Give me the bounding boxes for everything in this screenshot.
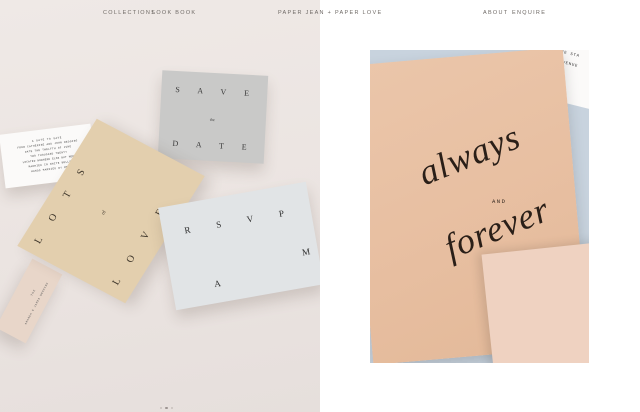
rsvp-text: R S V P: [183, 206, 297, 236]
nav-collections-link[interactable]: COLLECTIONS: [103, 10, 156, 16]
brand-logo[interactable]: PAPER JEAN + PAPER LOVE: [278, 10, 382, 16]
nav-about-link[interactable]: ABOUT: [483, 10, 508, 16]
date-text: D A T E: [172, 138, 255, 153]
blush-card: [481, 242, 589, 363]
a-text: A: [213, 278, 222, 290]
of-text: of: [101, 210, 108, 216]
right-panel: RE STA VENUE always AND forever: [320, 0, 640, 412]
carousel-dot[interactable]: [165, 406, 168, 409]
stationery-flatlay-photo[interactable]: S A V E the D A T E A DATE TO SAVE FROM …: [0, 0, 320, 412]
nav-enquire-link[interactable]: ENQUIRE: [512, 10, 546, 16]
carousel-dot[interactable]: [159, 406, 162, 409]
carousel-dots[interactable]: [158, 396, 175, 412]
top-nav: COLLECTIONS LOOK BOOK PAPER JEAN + PAPER…: [0, 0, 640, 26]
carousel-dot[interactable]: [170, 406, 173, 409]
save-the-date-card: S A V E the D A T E: [157, 70, 269, 164]
always-and-forever-photo[interactable]: RE STA VENUE always AND forever: [370, 50, 589, 363]
the-text: the: [209, 116, 215, 123]
nav-lookbook-link[interactable]: LOOK BOOK: [152, 10, 196, 16]
small-tag-card: THE AMANDA & JAMES WEDDING: [0, 258, 63, 344]
save-text: S A V E: [175, 85, 258, 99]
m-text: M: [301, 246, 311, 258]
